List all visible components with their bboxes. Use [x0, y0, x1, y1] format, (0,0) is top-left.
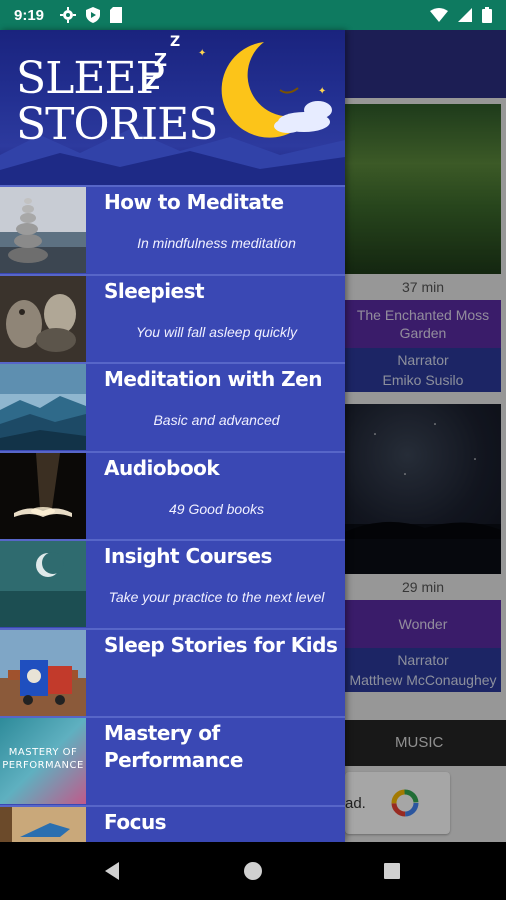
meditate-thumbnail [0, 187, 86, 273]
shield-play-icon [86, 7, 101, 23]
drawer-item-subtitle: Take your practice to the next level [108, 589, 325, 605]
drawer-item-subtitle: You will fall asleep quickly [135, 323, 298, 340]
drawer-item-sleep-stories-for-kids[interactable]: Sleep Stories for Kids [0, 627, 345, 717]
mastery-thumbnail: MASTERY OF PERFORMANCE [0, 718, 86, 804]
insight-thumbnail [0, 541, 86, 627]
drawer-item-meditation-with-zen[interactable]: Meditation with Zen Basic and advanced [0, 362, 345, 451]
status-time: 9:19 [14, 6, 45, 24]
drawer-item-label: Sleep Stories for Kids [104, 632, 338, 657]
drawer-item-subtitle: Basic and advanced [153, 412, 280, 428]
drawer-item-label: Focus [104, 809, 167, 834]
drawer-item-subtitle: In mindfulness meditation [137, 235, 296, 251]
system-navigation-bar [0, 842, 506, 900]
gear-icon [60, 7, 77, 23]
navigation-drawer: SLEEP STORIES Z Z Z ✦ ✦ How to Meditate … [0, 30, 345, 842]
drawer-item-focus[interactable]: Focus [0, 804, 345, 842]
drawer-item-label: Sleepiest [104, 278, 205, 303]
star-icon: ✦ [198, 48, 207, 59]
battery-icon [482, 7, 492, 23]
drawer-item-insight-courses[interactable]: Insight Courses Take your practice to th… [0, 539, 345, 628]
signal-icon [458, 8, 472, 22]
home-button[interactable] [223, 842, 283, 900]
back-button[interactable] [82, 842, 142, 900]
drawer-item-label: Insight Courses [104, 544, 272, 568]
drawer-item-mastery-of-performance[interactable]: MASTERY OF PERFORMANCE Mastery of Perfor… [0, 716, 345, 805]
zen-thumbnail [0, 364, 86, 450]
star-icon: ✦ [318, 86, 327, 97]
focus-thumbnail [0, 806, 86, 842]
home-icon [244, 862, 262, 880]
drawer-item-audiobook[interactable]: Audiobook 49 Good books [0, 450, 345, 540]
drawer-item-label: How to Meditate [104, 190, 284, 214]
wifi-icon [430, 8, 448, 22]
drawer-header: SLEEP STORIES Z Z Z ✦ ✦ [0, 30, 345, 185]
app-logo: SLEEP STORIES [16, 53, 218, 150]
moon-icon [221, 42, 332, 138]
sd-card-icon [110, 7, 123, 23]
drawer-item-sleepiest[interactable]: Sleepiest You will fall asleep quickly [0, 273, 345, 363]
sleepiest-thumbnail [0, 275, 86, 362]
drawer-scrim[interactable] [345, 30, 506, 842]
logo-line-1: SLEEP [16, 53, 165, 104]
recents-icon [384, 863, 400, 879]
drawer-item-label: Audiobook [104, 455, 220, 480]
drawer-item-label: Mastery of Performance [104, 721, 243, 772]
status-bar: 9:19 [0, 0, 506, 30]
drawer-item-how-to-meditate[interactable]: How to Meditate In mindfulness meditatio… [0, 185, 345, 274]
back-icon [105, 862, 119, 880]
kids-thumbnail [0, 629, 86, 716]
mastery-thumb-text: MASTERY OF PERFORMANCE [2, 747, 84, 771]
audiobook-thumbnail [0, 452, 86, 539]
logo-line-2: STORIES [16, 99, 218, 150]
drawer-item-label: Meditation with Zen [104, 367, 322, 391]
recents-button[interactable] [362, 842, 422, 900]
drawer-item-subtitle: 49 Good books [169, 500, 264, 517]
